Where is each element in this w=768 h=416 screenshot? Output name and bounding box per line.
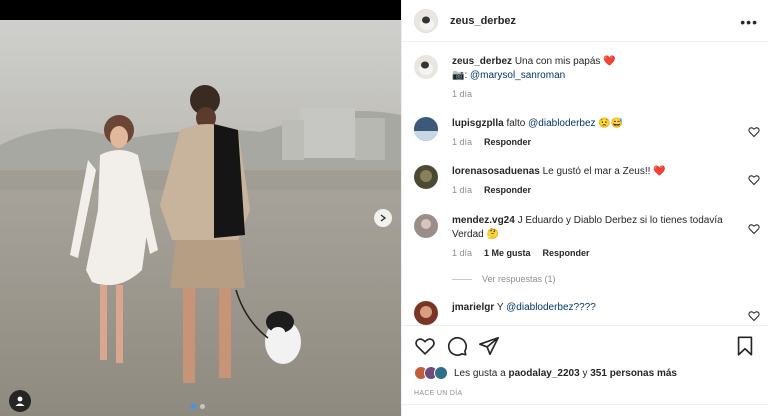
save-icon[interactable] [734,335,756,357]
post-side-pane: zeus_derbez ••• zeus_derbez Una con mis … [401,0,768,416]
comment-username[interactable]: lorenasosaduenas [452,166,540,177]
like-comment-heart-icon[interactable] [748,310,760,322]
author-avatar-small[interactable] [414,55,438,79]
comment-emoji: 😟😅 [598,118,624,129]
view-replies[interactable]: Ver respuestas (1) [452,272,740,286]
reply-link[interactable]: Responder [484,183,531,197]
likes-summary: Les gusta a paodalay_2203 y 351 personas… [414,366,677,380]
comment-emoji: 🤔 [486,229,499,240]
liker-avatar [434,366,448,380]
reply-link[interactable]: Responder [484,135,531,149]
beach-scene-image [0,20,401,416]
comment-text: falto [506,118,526,129]
carousel-dots [191,404,205,409]
share-icon[interactable] [478,335,500,357]
more-options-icon[interactable]: ••• [740,14,758,30]
liker-avatars[interactable] [414,366,448,380]
add-comment-area[interactable] [402,404,768,416]
comment-text: Y [496,302,504,313]
commenter-avatar[interactable] [414,214,438,238]
comment-text: Le gustó el mar a Zeus!! [542,166,651,177]
user-tag-button[interactable] [9,390,31,412]
commenter-avatar[interactable] [414,117,438,141]
like-comment-heart-icon[interactable] [748,126,760,138]
photo-credit-mention[interactable]: @marysol_sanroman [470,70,565,81]
comment-likes-count[interactable]: 1 Me gusta [484,246,531,260]
post-header: zeus_derbez ••• [402,0,768,42]
comment-item: jmarielgr Y @diabloderbez???? [414,301,764,325]
caption-text: Una con mis papás [514,56,601,67]
post-action-bar [402,325,768,365]
comment-mention[interactable]: @diabloderbez [528,118,595,129]
like-comment-heart-icon[interactable] [748,223,760,235]
author-avatar[interactable] [414,8,438,33]
liker-username[interactable]: paodalay_2203 [509,368,580,379]
carousel-dot-active [191,404,196,409]
caption: zeus_derbez Una con mis papás ❤️ 📷: @mar… [414,55,764,101]
comment-time: 1 día [452,137,473,147]
comment-username[interactable]: mendez.vg24 [452,215,515,226]
comment-emoji: ❤️ [653,166,666,177]
comment-username[interactable]: lupisgzplla [452,118,504,129]
caption-time: 1 día [452,89,473,99]
user-tag-icon [15,396,25,406]
comments-list: zeus_derbez Una con mis papás ❤️ 📷: @mar… [402,43,768,325]
reply-link[interactable]: Responder [543,246,590,260]
chevron-right-icon [380,214,387,222]
like-comment-heart-icon[interactable] [748,174,760,186]
likes-prefix: Les gusta a [454,367,506,379]
comment-icon[interactable] [446,335,468,357]
commenter-avatar[interactable] [414,165,438,189]
view-replies-label: Ver respuestas (1) [482,274,556,284]
comment-time: 1 día [452,185,473,195]
photo-top-bar [0,0,401,20]
author-username[interactable]: zeus_derbez [450,15,516,27]
comment-username[interactable]: jmarielgr [452,302,494,313]
carousel-dot [200,404,205,409]
post-photo[interactable] [0,0,401,416]
comment-item: lupisgzplla falto @diabloderbez 😟😅 1 día… [414,117,764,149]
comment-item: lorenasosaduenas Le gustó el mar a Zeus!… [414,165,764,197]
next-photo-button[interactable] [374,209,392,227]
likes-joiner: y [582,367,588,379]
comment-time: 1 día [452,248,473,258]
comment-item: mendez.vg24 J Eduardo y Diablo Derbez si… [414,214,764,286]
post-timestamp: HACE UN DÍA [414,390,463,397]
camera-icon: 📷 [452,70,465,81]
commenter-avatar[interactable] [414,301,438,325]
comment-mention[interactable]: @diabloderbez???? [506,302,596,313]
heart-icon[interactable] [414,335,436,357]
caption-username[interactable]: zeus_derbez [452,56,512,67]
caption-emoji: ❤️ [603,56,616,67]
likes-others-link[interactable]: 351 personas más [590,368,677,379]
